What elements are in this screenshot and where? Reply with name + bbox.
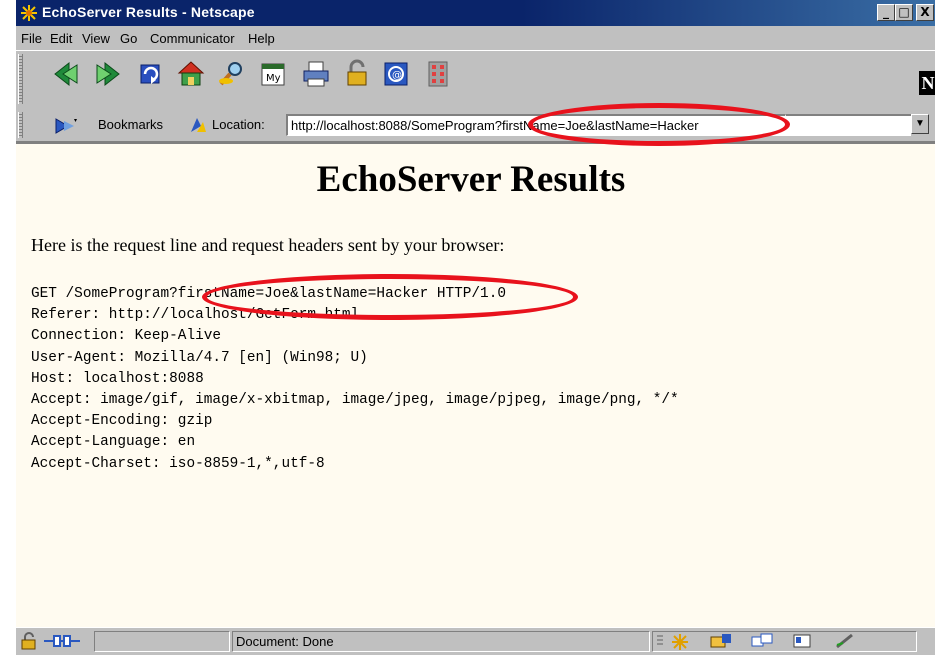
toolbar-grip[interactable] [18, 54, 23, 104]
navigation-toolbar: My @ N [16, 50, 935, 110]
stop-icon[interactable] [423, 59, 453, 89]
location-grip[interactable] [18, 112, 23, 138]
request-query-highlight-oval [202, 274, 578, 320]
menu-help[interactable]: Help [248, 31, 275, 46]
address-book-icon[interactable] [792, 633, 812, 649]
component-bar [652, 631, 917, 652]
maximize-button[interactable]: □ [895, 4, 913, 21]
svg-text:My: My [266, 73, 281, 84]
netscape-logo[interactable]: N [919, 71, 935, 95]
reload-icon[interactable] [136, 59, 166, 89]
header-accept: Accept: image/gif, image/x-xbitmap, imag… [31, 392, 679, 409]
component-bar-grip[interactable] [656, 634, 664, 649]
title-bar: EchoServer Results - Netscape _ □ X [16, 0, 935, 26]
location-dropdown-button[interactable]: ▼ [911, 114, 929, 134]
location-icon[interactable] [189, 116, 207, 134]
security-icon[interactable] [342, 59, 372, 89]
my-netscape-icon[interactable]: My [258, 59, 288, 89]
status-bar: Document: Done [16, 627, 935, 655]
header-accept-charset: Accept-Charset: iso-8859-1,*,utf-8 [31, 455, 325, 472]
search-icon[interactable] [217, 59, 247, 89]
header-connection: Connection: Keep-Alive [31, 328, 221, 345]
page-heading: EchoServer Results [316, 159, 626, 200]
status-text: Document: Done [232, 631, 650, 652]
header-accept-encoding: Accept-Encoding: gzip [31, 413, 213, 430]
location-url-input-extension[interactable] [786, 114, 911, 136]
location-label: Location: [212, 117, 265, 132]
mail-icon[interactable] [710, 633, 732, 649]
svg-text:@: @ [392, 70, 402, 81]
navigator-icon[interactable] [671, 633, 689, 651]
connection-status-icon [44, 635, 80, 647]
window-title: EchoServer Results - Netscape [42, 4, 255, 20]
bookmarks-icon[interactable] [54, 117, 78, 135]
forward-icon[interactable] [93, 59, 123, 89]
close-button[interactable]: X [916, 4, 934, 21]
page-intro: Here is the request line and request hea… [31, 235, 505, 255]
shop-icon[interactable]: @ [381, 59, 411, 89]
menu-bar: File Edit View Go Communicator Help [16, 27, 935, 49]
menu-view[interactable]: View [82, 31, 110, 46]
location-toolbar: Bookmarks Location: http://localhost:808… [16, 109, 935, 142]
home-icon[interactable] [176, 59, 206, 89]
menu-go[interactable]: Go [120, 31, 137, 46]
discussions-icon[interactable] [751, 633, 773, 649]
header-host: Host: localhost:8088 [31, 370, 204, 387]
menu-file[interactable]: File [21, 31, 42, 46]
progress-bar [94, 631, 230, 652]
print-icon[interactable] [301, 59, 331, 89]
header-user-agent: User-Agent: Mozilla/4.7 [en] (Win98; U) [31, 349, 368, 366]
menu-edit[interactable]: Edit [50, 31, 72, 46]
header-accept-language: Accept-Language: en [31, 434, 196, 451]
netscape-app-icon [20, 4, 38, 22]
security-status-icon[interactable] [20, 632, 40, 650]
menu-communicator[interactable]: Communicator [150, 31, 235, 46]
bookmarks-label[interactable]: Bookmarks [98, 117, 163, 132]
composer-icon[interactable] [834, 633, 856, 649]
minimize-button[interactable]: _ [877, 4, 895, 21]
url-query-highlight-oval [528, 103, 790, 146]
back-icon[interactable] [51, 59, 81, 89]
page-content: EchoServer Results Here is the request l… [16, 142, 935, 627]
browser-window: EchoServer Results - Netscape _ □ X File… [14, 0, 935, 655]
